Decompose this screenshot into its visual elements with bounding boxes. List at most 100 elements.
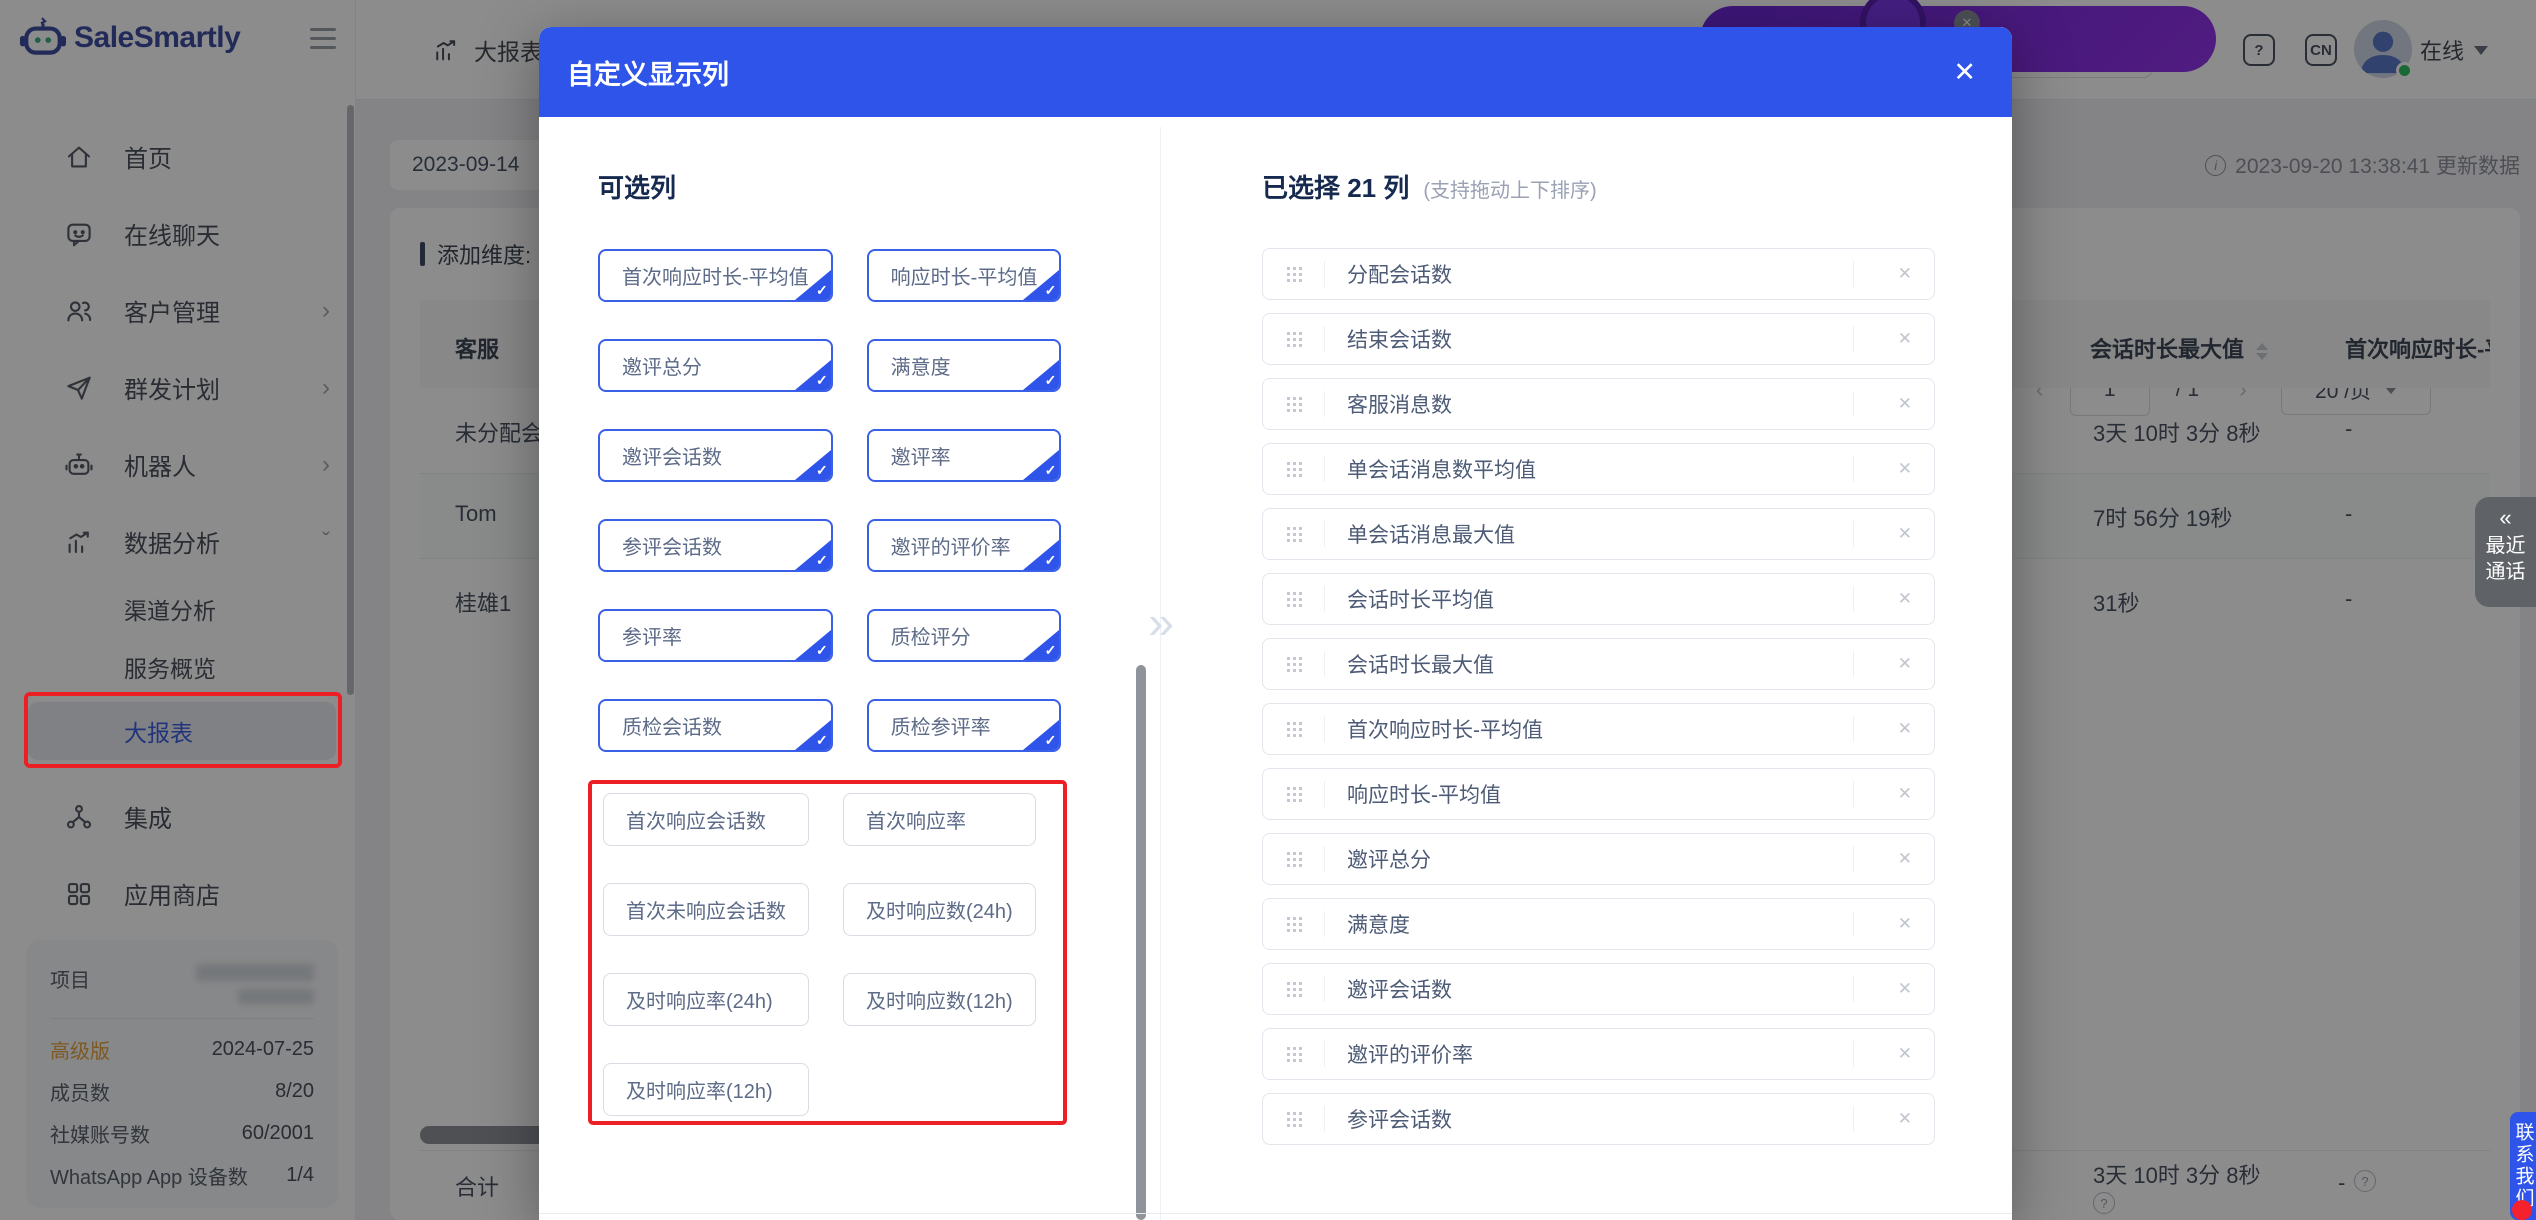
column-option-checked[interactable]: 邀评总分 ✓	[598, 339, 833, 392]
selected-column-row: 会话时长最大值 ✕	[1262, 638, 1935, 690]
check-icon: ✓	[1044, 552, 1057, 568]
divider	[1852, 651, 1854, 677]
drag-handle-icon[interactable]	[1287, 591, 1302, 607]
divider	[1324, 651, 1325, 677]
remove-column-icon[interactable]: ✕	[1876, 1044, 1934, 1064]
divider	[1324, 391, 1325, 417]
selected-column-row: 分配会话数 ✕	[1262, 248, 1935, 300]
check-icon: ✓	[815, 732, 828, 748]
check-icon: ✓	[815, 282, 828, 298]
remove-column-icon[interactable]: ✕	[1876, 589, 1934, 609]
divider	[1324, 586, 1325, 612]
check-icon: ✓	[815, 552, 828, 568]
drag-handle-icon[interactable]	[1287, 1111, 1302, 1127]
check-icon: ✓	[1044, 372, 1057, 388]
column-option-checked[interactable]: 参评率 ✓	[598, 609, 833, 662]
selected-column-row: 响应时长-平均值 ✕	[1262, 768, 1935, 820]
selected-column-label: 分配会话数	[1347, 264, 1452, 287]
column-option-checked[interactable]: 邀评会话数 ✓	[598, 429, 833, 482]
drag-handle-icon[interactable]	[1287, 331, 1302, 347]
divider	[1852, 586, 1854, 612]
recent-calls-tab[interactable]: « 最近通话	[2475, 497, 2536, 607]
column-option-unchecked[interactable]: 及时响应率(24h)	[603, 973, 809, 1026]
selected-column-label: 响应时长-平均值	[1347, 784, 1501, 807]
remove-column-icon[interactable]: ✕	[1876, 914, 1934, 934]
divider	[1324, 326, 1325, 352]
check-icon: ✓	[1044, 462, 1057, 478]
column-option-checked[interactable]: 参评会话数 ✓	[598, 519, 833, 572]
remove-column-icon[interactable]: ✕	[1876, 394, 1934, 414]
drag-handle-icon[interactable]	[1287, 266, 1302, 282]
divider	[1324, 846, 1325, 872]
column-option-unchecked[interactable]: 首次响应率	[843, 793, 1036, 846]
modal-footer-divider	[539, 1213, 2012, 1214]
drag-handle-icon[interactable]	[1287, 1046, 1302, 1062]
drag-handle-icon[interactable]	[1287, 916, 1302, 932]
column-option-unchecked[interactable]: 首次响应会话数	[603, 793, 809, 846]
remove-column-icon[interactable]: ✕	[1876, 1109, 1934, 1129]
selected-column-label: 会话时长平均值	[1347, 589, 1494, 612]
check-icon: ✓	[815, 642, 828, 658]
panel-divider	[1160, 127, 1161, 1220]
available-checked-group: 首次响应时长-平均值 ✓ 响应时长-平均值 ✓ 邀评总分 ✓ 满意度 ✓ 邀评会…	[598, 249, 1062, 752]
column-option-checked[interactable]: 首次响应时长-平均值 ✓	[598, 249, 833, 302]
selected-column-label: 参评会话数	[1347, 1109, 1452, 1132]
remove-column-icon[interactable]: ✕	[1876, 719, 1934, 739]
drag-handle-icon[interactable]	[1287, 786, 1302, 802]
remove-column-icon[interactable]: ✕	[1876, 979, 1934, 999]
remove-column-icon[interactable]: ✕	[1876, 849, 1934, 869]
modal-header: 自定义显示列 ✕	[539, 27, 2012, 117]
drag-handle-icon[interactable]	[1287, 656, 1302, 672]
drag-handle-icon[interactable]	[1287, 851, 1302, 867]
column-option-checked[interactable]: 响应时长-平均值 ✓	[866, 249, 1062, 302]
column-option-unchecked[interactable]: 及时响应率(12h)	[603, 1063, 809, 1116]
remove-column-icon[interactable]: ✕	[1876, 459, 1934, 479]
selected-column-label: 客服消息数	[1347, 394, 1452, 417]
column-option-unchecked[interactable]: 及时响应数(12h)	[843, 973, 1036, 1026]
drag-handle-icon[interactable]	[1287, 526, 1302, 542]
annotation-red-box	[24, 692, 342, 768]
column-option-unchecked[interactable]: 及时响应数(24h)	[843, 883, 1036, 936]
check-icon: ✓	[815, 372, 828, 388]
selected-column-label: 单会话消息最大值	[1347, 524, 1515, 547]
divider	[1324, 781, 1325, 807]
drag-handle-icon[interactable]	[1287, 461, 1302, 477]
drag-handle-icon[interactable]	[1287, 396, 1302, 412]
divider	[1852, 391, 1854, 417]
annotation-red-box: 首次响应会话数 首次响应率 首次未响应会话数 及时响应数(24h) 及时响应率(…	[588, 780, 1067, 1125]
selected-column-row: 单会话消息数平均值 ✕	[1262, 443, 1935, 495]
selected-column-label: 会话时长最大值	[1347, 654, 1494, 677]
remove-column-icon[interactable]: ✕	[1876, 784, 1934, 804]
column-option-unchecked[interactable]: 首次未响应会话数	[603, 883, 809, 936]
remove-column-icon[interactable]: ✕	[1876, 654, 1934, 674]
selected-columns-list: 分配会话数 ✕ 结束会话数 ✕ 客服消息数 ✕ 单会话消息数平均值 ✕ 单会话消…	[1262, 248, 1935, 1158]
check-icon: ✓	[815, 462, 828, 478]
left-panel-scrollbar[interactable]	[1136, 665, 1146, 1220]
remove-column-icon[interactable]: ✕	[1876, 329, 1934, 349]
remove-column-icon[interactable]: ✕	[1876, 264, 1934, 284]
column-option-checked[interactable]: 质检会话数 ✓	[598, 699, 833, 752]
modal-title: 自定义显示列	[567, 59, 729, 90]
collapse-panel-icon[interactable]: »	[1133, 595, 1189, 649]
column-option-checked[interactable]: 质检参评率 ✓	[866, 699, 1062, 752]
divider	[1852, 1041, 1854, 1067]
divider	[1324, 716, 1325, 742]
drag-handle-icon[interactable]	[1287, 721, 1302, 737]
collapse-left-icon: «	[2499, 505, 2512, 530]
column-option-checked[interactable]: 质检评分 ✓	[866, 609, 1062, 662]
notification-dot	[2512, 1200, 2532, 1220]
column-option-checked[interactable]: 满意度 ✓	[866, 339, 1062, 392]
column-option-checked[interactable]: 邀评率 ✓	[866, 429, 1062, 482]
divider	[1324, 261, 1325, 287]
divider	[1852, 326, 1854, 352]
close-icon[interactable]: ✕	[1953, 58, 1976, 86]
selected-column-label: 邀评的评价率	[1347, 1044, 1473, 1067]
selected-column-row: 参评会话数 ✕	[1262, 1093, 1935, 1145]
divider	[1852, 781, 1854, 807]
selected-column-label: 邀评总分	[1347, 849, 1431, 872]
divider	[1324, 456, 1325, 482]
remove-column-icon[interactable]: ✕	[1876, 524, 1934, 544]
drag-handle-icon[interactable]	[1287, 981, 1302, 997]
column-option-checked[interactable]: 邀评的评价率 ✓	[866, 519, 1062, 572]
contact-us-label: 联系我们	[2512, 1122, 2534, 1210]
